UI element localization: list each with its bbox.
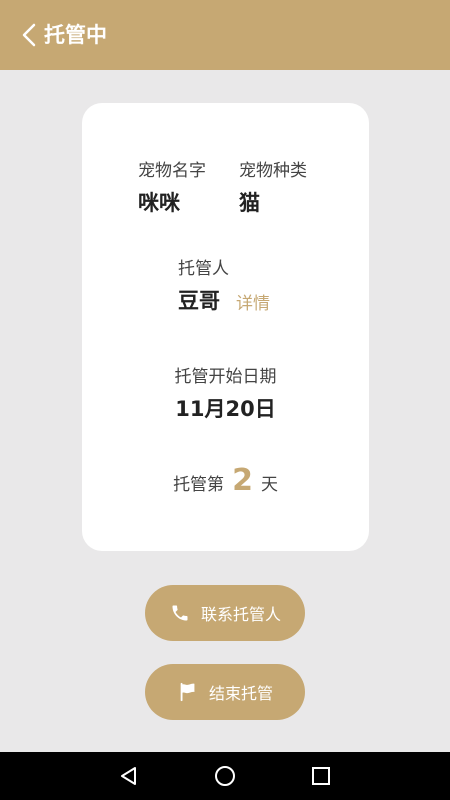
flag-icon — [177, 681, 199, 703]
details-link[interactable]: 详情 — [236, 289, 270, 314]
contact-caretaker-label: 联系托管人 — [200, 605, 281, 624]
pet-name-label: 宠物名字 — [138, 161, 206, 181]
pet-type-label: 宠物种类 — [239, 161, 307, 181]
end-care-label: 结束托管 — [208, 684, 273, 703]
back-button[interactable] — [16, 21, 42, 49]
caretaker-label: 托管人 — [178, 259, 229, 279]
square-recents-icon — [312, 767, 330, 785]
phone-icon — [169, 602, 191, 624]
day-counter: 托管第 2 天 — [82, 463, 369, 498]
page-title: 托管中 — [44, 23, 107, 47]
nav-home-button[interactable] — [213, 764, 237, 788]
system-nav-bar — [0, 752, 450, 800]
nav-back-button[interactable] — [117, 764, 141, 788]
start-date-label: 托管开始日期 — [174, 367, 277, 387]
pet-info-card: 宠物名字 咪咪 宠物种类 猫 托管人 豆哥 详情 托管开始日期 11月20日 托… — [82, 103, 369, 551]
pet-type-value: 猫 — [239, 191, 260, 215]
chevron-left-icon — [22, 23, 36, 47]
caretaker-value: 豆哥 — [178, 289, 220, 313]
contact-caretaker-button[interactable]: 联系托管人 — [145, 585, 305, 641]
circle-home-icon — [215, 766, 235, 786]
app-header: 托管中 — [0, 0, 450, 70]
nav-recents-button[interactable] — [309, 764, 333, 788]
start-date-value: 11月20日 — [175, 397, 276, 421]
day-number: 2 — [232, 463, 253, 498]
pet-name-value: 咪咪 — [138, 191, 180, 215]
day-suffix: 天 — [260, 475, 278, 495]
day-prefix: 托管第 — [173, 475, 225, 495]
end-care-button[interactable]: 结束托管 — [145, 664, 305, 720]
triangle-back-icon — [121, 767, 136, 785]
